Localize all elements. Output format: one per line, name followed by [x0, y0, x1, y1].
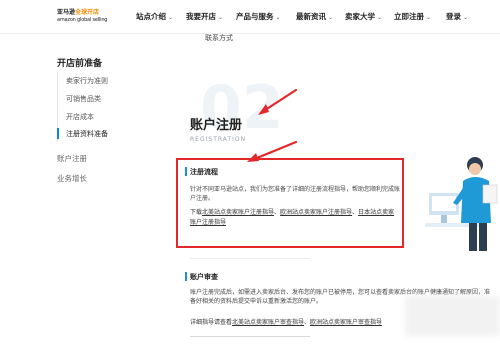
sidebar-title: 开店前准备: [57, 59, 103, 69]
top-navigation-bar: 亚马逊全球开店 amazon global selling 站点介绍 ⌄ 我要开店…: [0, 0, 500, 34]
nav-item-seller-university[interactable]: 卖家大学 ⌄: [345, 11, 382, 22]
registration-description: 针对不同亚马逊站点，我们为您准备了详细的注册流程指导，帮助您顺利完成账户注册。: [190, 186, 401, 202]
nav-item-open-store[interactable]: 我要开店 ⌄: [186, 11, 223, 22]
heading-marker: [185, 167, 187, 176]
link-eu-review-guide[interactable]: 欧洲站点卖家账户审查指导: [310, 319, 382, 326]
review-heading: 账户审查: [190, 273, 218, 281]
chevron-down-icon: ⌄: [426, 14, 432, 21]
registration-links: 下载北美站点卖家账户注册指导、欧洲站点卖家账户注册指导、日本站点卖家账户注册指导: [190, 209, 395, 226]
sidebar-item-code-of-conduct[interactable]: 卖家行为准则: [66, 76, 108, 86]
chevron-down-icon: ⌄: [463, 14, 469, 21]
section-title: 账户注册: [190, 118, 243, 133]
sidebar-item-registration-docs[interactable]: 注册资料准备: [66, 129, 108, 139]
nav-item-products-services[interactable]: 产品与服务 ⌄: [236, 11, 281, 22]
link-na-review-guide[interactable]: 北美站点卖家账户审查指导: [232, 319, 304, 326]
link-eu-registration-guide[interactable]: 欧洲站点卖家账户注册指导: [280, 209, 352, 216]
logo-title: 亚马逊全球开店: [57, 9, 100, 16]
contact-label: 联系方式: [205, 34, 233, 42]
sidebar-item-costs[interactable]: 开店成本: [66, 112, 94, 122]
nav-item-login[interactable]: 登录 ⌄: [446, 11, 468, 22]
divider: [190, 336, 310, 337]
sidebar-link-account-registration[interactable]: 账户注册: [57, 153, 87, 164]
active-indicator: [57, 128, 59, 139]
chevron-down-icon: ⌄: [218, 14, 224, 21]
nav-item-register-now[interactable]: 立即注册 ⌄: [394, 11, 431, 22]
amazon-global-selling-logo[interactable]: 亚马逊全球开店 amazon global selling: [57, 9, 109, 27]
sidebar-submenu: 卖家行为准则 可销售品类 开店成本 注册资料准备: [57, 72, 147, 142]
blurred-area: [405, 296, 500, 336]
nav-item-site-intro[interactable]: 站点介绍 ⌄: [136, 11, 173, 22]
sidebar-item-categories[interactable]: 可销售品类: [66, 94, 101, 104]
chevron-down-icon: ⌄: [275, 14, 281, 21]
nav-item-latest-news[interactable]: 最新资讯 ⌄: [296, 11, 333, 22]
sidebar-link-business-growth[interactable]: 业务增长: [57, 173, 87, 184]
person-at-desk-illustration: [425, 157, 498, 251]
registration-heading: 注册流程: [190, 168, 218, 176]
heading-marker: [185, 272, 187, 281]
link-na-registration-guide[interactable]: 北美站点卖家账户注册指导: [202, 209, 274, 216]
divider: [190, 258, 310, 259]
chevron-down-icon: ⌄: [168, 14, 174, 21]
chevron-down-icon: ⌄: [377, 14, 383, 21]
logo-subtitle: amazon global selling: [57, 17, 108, 23]
chevron-down-icon: ⌄: [328, 14, 334, 21]
section-subtitle: REGISTRATION: [190, 136, 247, 143]
